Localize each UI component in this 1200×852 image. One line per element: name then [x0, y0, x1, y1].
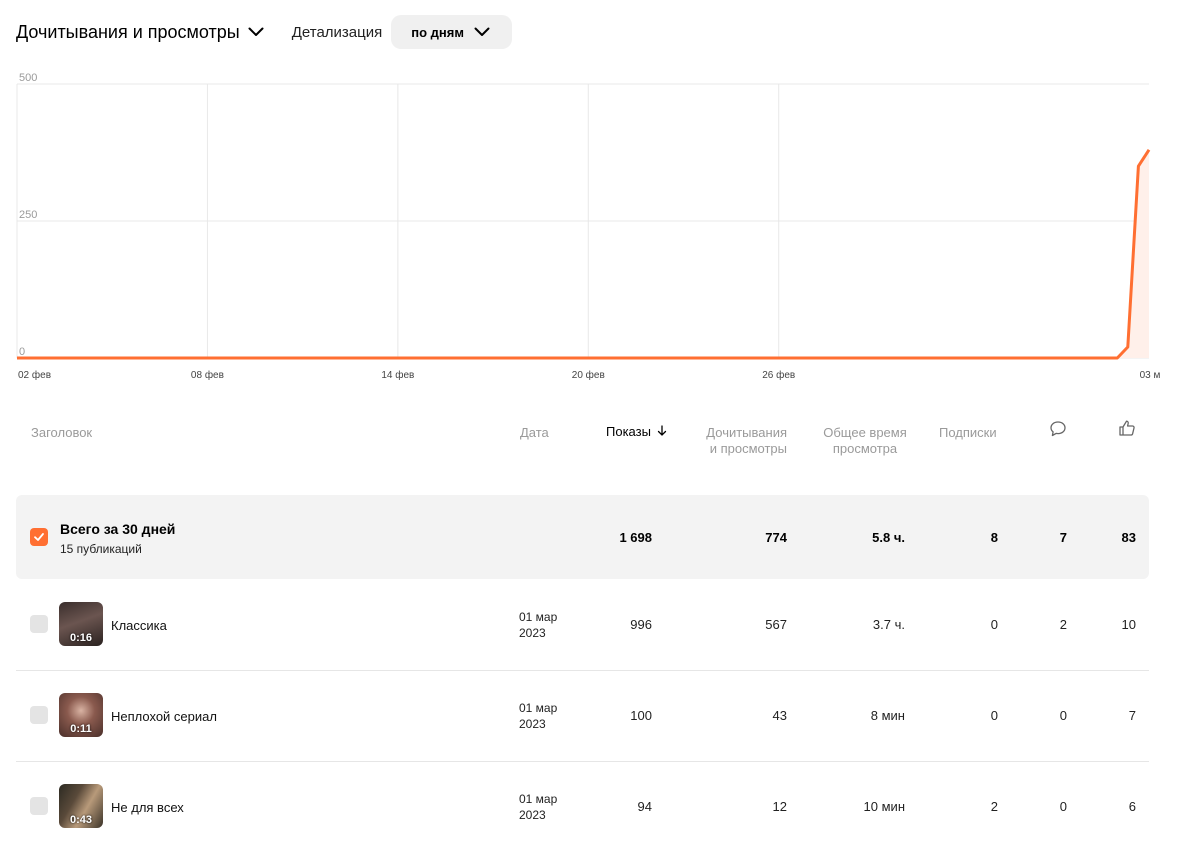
row-comments: 2	[1059, 617, 1067, 632]
x-tick-label: 08 фев	[191, 369, 224, 381]
total-comments: 7	[1059, 530, 1067, 545]
row-checkbox[interactable]	[30, 615, 48, 633]
col-date[interactable]: Дата	[520, 425, 549, 441]
y-axis: 500 250 0	[19, 72, 37, 358]
row-date-year: 2023	[519, 626, 546, 640]
total-subtitle: 15 публикаций	[60, 542, 142, 556]
table-row[interactable]: 0:16 Классика 01 мар 2023 996 567 3.7 ч.…	[16, 580, 1149, 671]
total-subscriptions: 8	[990, 530, 998, 545]
chevron-down-icon	[474, 27, 490, 36]
row-date-day: 01 мар	[519, 610, 558, 624]
total-checkbox[interactable]	[30, 528, 48, 546]
row-comments: 0	[1059, 799, 1067, 814]
x-tick-label: 26 фев	[762, 369, 795, 381]
row-title[interactable]: Классика	[111, 618, 167, 633]
row-time: 3.7 ч.	[872, 617, 905, 632]
total-time: 5.8 ч.	[872, 530, 905, 545]
row-checkbox[interactable]	[30, 797, 48, 815]
row-likes: 6	[1128, 799, 1136, 814]
col-time-line2: просмотра	[832, 441, 898, 456]
row-comments: 0	[1059, 708, 1067, 723]
video-thumbnail[interactable]: 0:43	[59, 784, 103, 828]
row-date: 01 мар 2023	[519, 609, 557, 641]
col-title[interactable]: Заголовок	[31, 425, 92, 441]
col-time[interactable]: Общее время просмотра	[822, 425, 908, 457]
video-duration: 0:11	[70, 723, 92, 735]
row-date-year: 2023	[519, 808, 546, 822]
row-reads: 567	[765, 617, 787, 632]
row-date-year: 2023	[519, 717, 546, 731]
row-title[interactable]: Неплохой сериал	[111, 709, 217, 724]
row-time: 8 мин	[870, 708, 905, 723]
metric-dropdown-label: Дочитывания и просмотры	[16, 21, 240, 42]
total-row: Всего за 30 дней 15 публикаций 1 698 774…	[16, 495, 1149, 579]
row-subscriptions: 0	[990, 708, 998, 723]
y-tick-label: 250	[19, 209, 37, 221]
col-subscriptions[interactable]: Подписки	[939, 425, 997, 441]
row-date-day: 01 мар	[519, 701, 558, 715]
comment-icon[interactable]	[1049, 420, 1067, 438]
x-axis: 02 фев 08 фев 14 фев 20 фев 26 фев 03 м	[18, 369, 1161, 381]
metric-dropdown[interactable]: Дочитывания и просмотры	[16, 22, 264, 43]
x-tick-label: 02 фев	[18, 369, 51, 381]
row-date: 01 мар 2023	[519, 791, 557, 823]
col-reads-line1: Дочитывания	[706, 425, 787, 440]
video-thumbnail[interactable]: 0:16	[59, 602, 103, 646]
total-title: Всего за 30 дней	[60, 521, 176, 537]
chevron-down-icon	[248, 27, 264, 36]
views-chart: 500 250 0 02 фев 08 фев 14 фев 20 фев 26 фев 03…	[16, 72, 1161, 381]
chart-series-line	[17, 148, 1151, 360]
x-tick-label: 14 фев	[381, 369, 414, 381]
total-likes: 83	[1121, 530, 1136, 545]
col-reads-line2: и просмотры	[709, 441, 787, 456]
row-checkbox[interactable]	[30, 706, 48, 724]
detail-label: Детализация	[291, 23, 383, 41]
y-tick-label: 500	[19, 72, 37, 84]
col-shows[interactable]: Показы	[606, 424, 667, 440]
video-thumbnail[interactable]: 0:11	[59, 693, 103, 737]
col-time-line1: Общее время	[823, 425, 907, 440]
video-duration: 0:43	[69, 814, 93, 826]
row-shows: 94	[637, 799, 652, 814]
x-tick-label: 03 м	[1140, 370, 1161, 381]
sort-down-icon	[657, 425, 666, 436]
chart-area-fill	[17, 149, 1149, 358]
checkmark-icon	[34, 533, 44, 541]
row-date: 01 мар 2023	[519, 700, 557, 732]
chart-grid	[16, 83, 1149, 359]
table-row[interactable]: 0:11 Неплохой сериал 01 мар 2023 100 43 …	[16, 671, 1149, 762]
table-header: Заголовок Дата Показы Дочитывания и прос…	[0, 405, 1200, 475]
row-likes: 7	[1128, 708, 1136, 723]
row-time: 10 мин	[863, 799, 905, 814]
toolbar: Дочитывания и просмотры Детализация по д…	[16, 14, 512, 50]
video-duration: 0:16	[69, 632, 93, 644]
period-dropdown-label: по дням	[411, 24, 464, 40]
col-reads[interactable]: Дочитывания и просмотры	[706, 425, 787, 457]
y-tick-label: 0	[19, 346, 25, 358]
row-reads: 12	[772, 799, 787, 814]
total-reads: 774	[765, 530, 787, 545]
col-shows-label: Показы	[606, 424, 651, 439]
row-date-day: 01 мар	[519, 792, 558, 806]
like-icon[interactable]	[1118, 419, 1136, 437]
row-subscriptions: 2	[990, 799, 998, 814]
row-shows: 996	[630, 617, 652, 632]
table-row[interactable]: 0:43 Не для всех 01 мар 2023 94 12 10 ми…	[16, 762, 1149, 852]
x-tick-label: 20 фев	[572, 369, 605, 381]
row-likes: 10	[1121, 617, 1136, 632]
period-dropdown[interactable]: по дням	[391, 15, 512, 49]
row-subscriptions: 0	[990, 617, 998, 632]
total-shows: 1 698	[619, 530, 652, 545]
row-shows: 100	[630, 708, 652, 723]
row-title[interactable]: Не для всех	[111, 800, 184, 815]
row-reads: 43	[772, 708, 787, 723]
